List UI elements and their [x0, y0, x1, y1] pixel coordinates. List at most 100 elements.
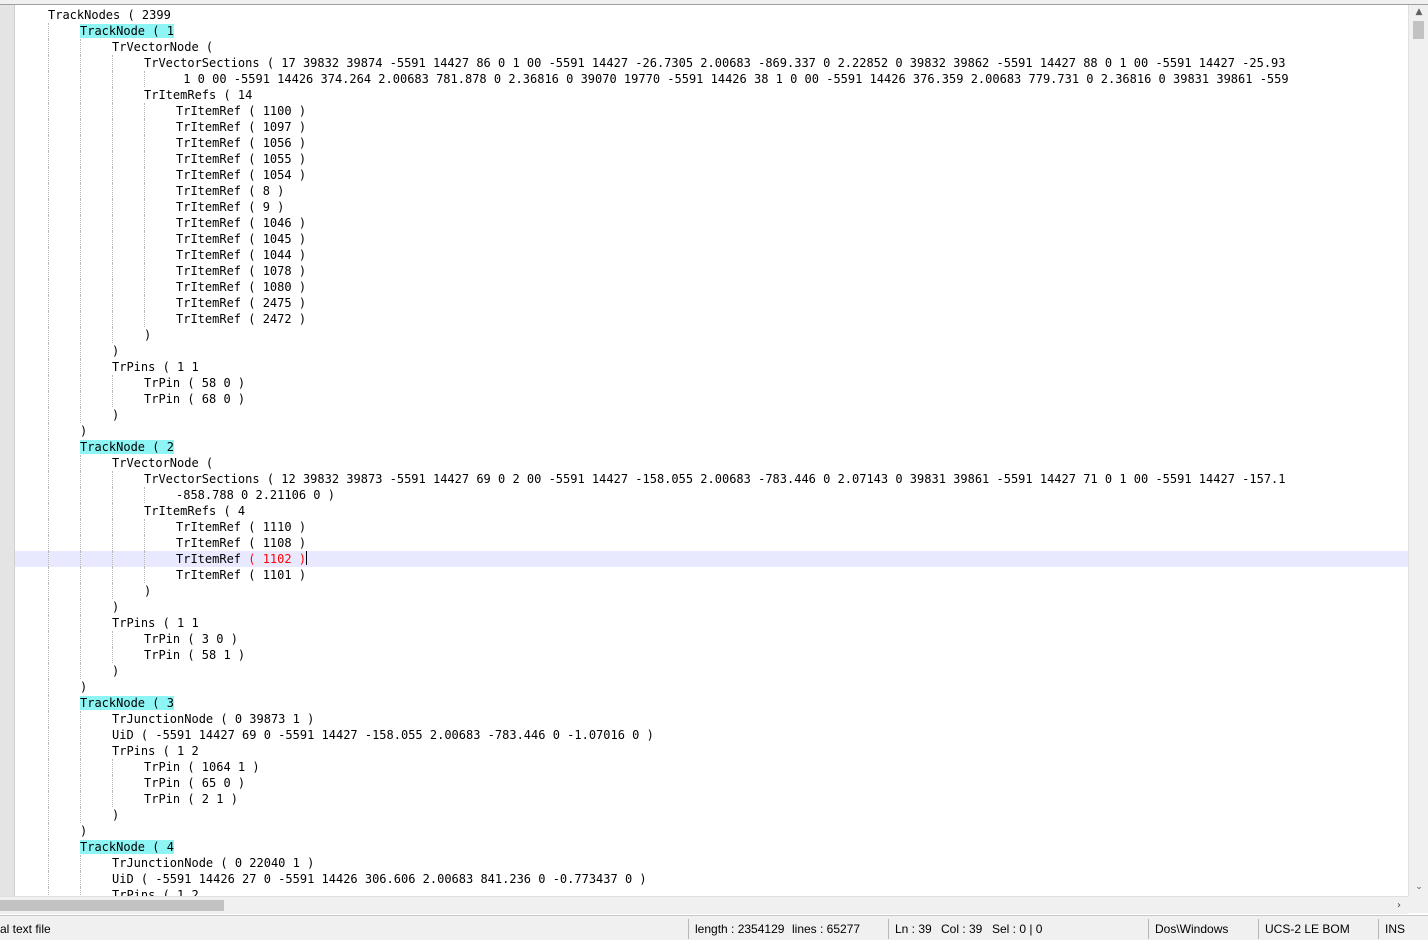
- code-line-text: TrItemRef ( 1101 ): [176, 568, 307, 582]
- indent-guide: [144, 183, 145, 199]
- indent-guide: [48, 359, 49, 375]
- code-line[interactable]: TrItemRef ( 1054 ): [15, 167, 1408, 183]
- code-line[interactable]: TrItemRef ( 1055 ): [15, 151, 1408, 167]
- vertical-scrollbar[interactable]: ▲ ⌄: [1408, 5, 1428, 896]
- code-line[interactable]: TrackNode ( 2: [15, 439, 1408, 455]
- code-line[interactable]: ): [15, 583, 1408, 599]
- code-line[interactable]: TrVectorNode (: [15, 39, 1408, 55]
- code-line[interactable]: TrPins ( 1 1: [15, 359, 1408, 375]
- code-line[interactable]: TrItemRef ( 1044 ): [15, 247, 1408, 263]
- indent-guide: [48, 663, 49, 679]
- code-line[interactable]: TrItemRef ( 8 ): [15, 183, 1408, 199]
- indent-guide: [48, 855, 49, 871]
- code-line[interactable]: ): [15, 407, 1408, 423]
- indent-guide: [112, 551, 113, 567]
- code-line-text: TrPins ( 1 2: [112, 744, 199, 758]
- code-line[interactable]: 1 0 00 -5591 14426 374.264 2.00683 781.8…: [15, 71, 1408, 87]
- code-line[interactable]: ): [15, 679, 1408, 695]
- code-line[interactable]: TrVectorNode (: [15, 455, 1408, 471]
- indent-guide: [112, 631, 113, 647]
- code-line[interactable]: TrVectorSections ( 17 39832 39874 -5591 …: [15, 55, 1408, 71]
- current-code-line[interactable]: TrItemRef ( 1102 ): [15, 551, 1408, 567]
- code-line-text: ): [112, 408, 120, 422]
- scroll-right-arrow-icon[interactable]: ›: [1392, 897, 1406, 914]
- code-line-text: TrItemRefs ( 4: [144, 504, 246, 518]
- code-line[interactable]: TrVectorSections ( 12 39832 39873 -5591 …: [15, 471, 1408, 487]
- code-line[interactable]: TrPin ( 1064 1 ): [15, 759, 1408, 775]
- code-line[interactable]: TrPin ( 58 0 ): [15, 375, 1408, 391]
- indent-guide: [112, 375, 113, 391]
- indent-guide: [144, 263, 145, 279]
- code-line-text: ): [80, 824, 88, 838]
- code-line[interactable]: TrPin ( 65 0 ): [15, 775, 1408, 791]
- status-insert-mode[interactable]: INS: [1385, 916, 1415, 940]
- code-line[interactable]: -858.788 0 2.21106 0 ): [15, 487, 1408, 503]
- indent-guide: [80, 615, 81, 631]
- horizontal-scrollbar[interactable]: ›: [0, 896, 1408, 914]
- indent-guide: [48, 647, 49, 663]
- indent-guide: [80, 135, 81, 151]
- indent-guide: [144, 167, 145, 183]
- code-line[interactable]: TrItemRef ( 1110 ): [15, 519, 1408, 535]
- code-line[interactable]: TrPin ( 68 0 ): [15, 391, 1408, 407]
- code-line[interactable]: TrItemRef ( 9 ): [15, 199, 1408, 215]
- indent-guide: [80, 775, 81, 791]
- code-line[interactable]: TrItemRefs ( 14: [15, 87, 1408, 103]
- code-line[interactable]: ): [15, 343, 1408, 359]
- code-line[interactable]: TrItemRef ( 1108 ): [15, 535, 1408, 551]
- code-line[interactable]: TrPins ( 1 2: [15, 743, 1408, 759]
- code-line[interactable]: TrackNode ( 1: [15, 23, 1408, 39]
- code-line[interactable]: TrPin ( 58 1 ): [15, 647, 1408, 663]
- code-line[interactable]: UiD ( -5591 14427 69 0 -5591 14427 -158.…: [15, 727, 1408, 743]
- indent-guide: [112, 183, 113, 199]
- code-line[interactable]: UiD ( -5591 14426 27 0 -5591 14426 306.6…: [15, 871, 1408, 887]
- scroll-down-arrow-icon[interactable]: ⌄: [1409, 880, 1428, 894]
- status-lines: lines : 65277: [792, 922, 861, 936]
- vertical-scroll-thumb[interactable]: [1413, 21, 1424, 39]
- code-line[interactable]: TrItemRef ( 1078 ): [15, 263, 1408, 279]
- text-editing-area[interactable]: TrackNodes ( 2399 TrackNode ( 1 TrVectorNo…: [15, 5, 1408, 896]
- fold-margin[interactable]: [0, 5, 15, 896]
- code-line[interactable]: TrJunctionNode ( 0 39873 1 ): [15, 711, 1408, 727]
- code-line[interactable]: TrJunctionNode ( 0 22040 1 ): [15, 855, 1408, 871]
- horizontal-scroll-thumb[interactable]: [0, 900, 224, 911]
- code-line[interactable]: ): [15, 599, 1408, 615]
- code-line[interactable]: TrItemRef ( 1080 ): [15, 279, 1408, 295]
- code-line[interactable]: TrItemRef ( 2475 ): [15, 295, 1408, 311]
- code-line[interactable]: TrItemRef ( 1097 ): [15, 119, 1408, 135]
- code-line[interactable]: ): [15, 807, 1408, 823]
- code-line[interactable]: ): [15, 823, 1408, 839]
- code-line-text: TrItemRef ( 1078 ): [176, 264, 307, 278]
- indent-guide: [144, 311, 145, 327]
- code-line[interactable]: ): [15, 327, 1408, 343]
- indent-guide: [112, 231, 113, 247]
- status-eol-format[interactable]: Dos\Windows: [1155, 916, 1250, 940]
- code-line[interactable]: TrItemRef ( 2472 ): [15, 311, 1408, 327]
- code-line[interactable]: TrItemRef ( 1046 ): [15, 215, 1408, 231]
- indent-guide: [112, 135, 113, 151]
- code-line-text: TrPin ( 2 1 ): [144, 792, 238, 806]
- code-line[interactable]: TrPin ( 2 1 ): [15, 791, 1408, 807]
- code-line[interactable]: TrItemRef ( 1056 ): [15, 135, 1408, 151]
- code-line[interactable]: TrItemRef ( 1100 ): [15, 103, 1408, 119]
- code-line[interactable]: ): [15, 423, 1408, 439]
- status-encoding[interactable]: UCS-2 LE BOM: [1265, 916, 1375, 940]
- status-separator: [1148, 919, 1149, 939]
- indent-guide: [144, 519, 145, 535]
- indent-guide: [48, 503, 49, 519]
- indent-guide: [48, 55, 49, 71]
- code-line[interactable]: ): [15, 663, 1408, 679]
- code-line[interactable]: TrPins ( 1 2: [15, 887, 1408, 896]
- code-line[interactable]: TrackNode ( 4: [15, 839, 1408, 855]
- code-line[interactable]: TrItemRefs ( 4: [15, 503, 1408, 519]
- code-line[interactable]: TrItemRef ( 1101 ): [15, 567, 1408, 583]
- indent-guide: [112, 519, 113, 535]
- code-line[interactable]: TrackNode ( 3: [15, 695, 1408, 711]
- code-line[interactable]: TrPins ( 1 1: [15, 615, 1408, 631]
- code-line[interactable]: TrPin ( 3 0 ): [15, 631, 1408, 647]
- scroll-up-arrow-icon[interactable]: ▲: [1409, 5, 1428, 19]
- indent-guide: [48, 295, 49, 311]
- indent-guide: [80, 183, 81, 199]
- code-line[interactable]: TrItemRef ( 1045 ): [15, 231, 1408, 247]
- code-line[interactable]: TrackNodes ( 2399: [15, 7, 1408, 23]
